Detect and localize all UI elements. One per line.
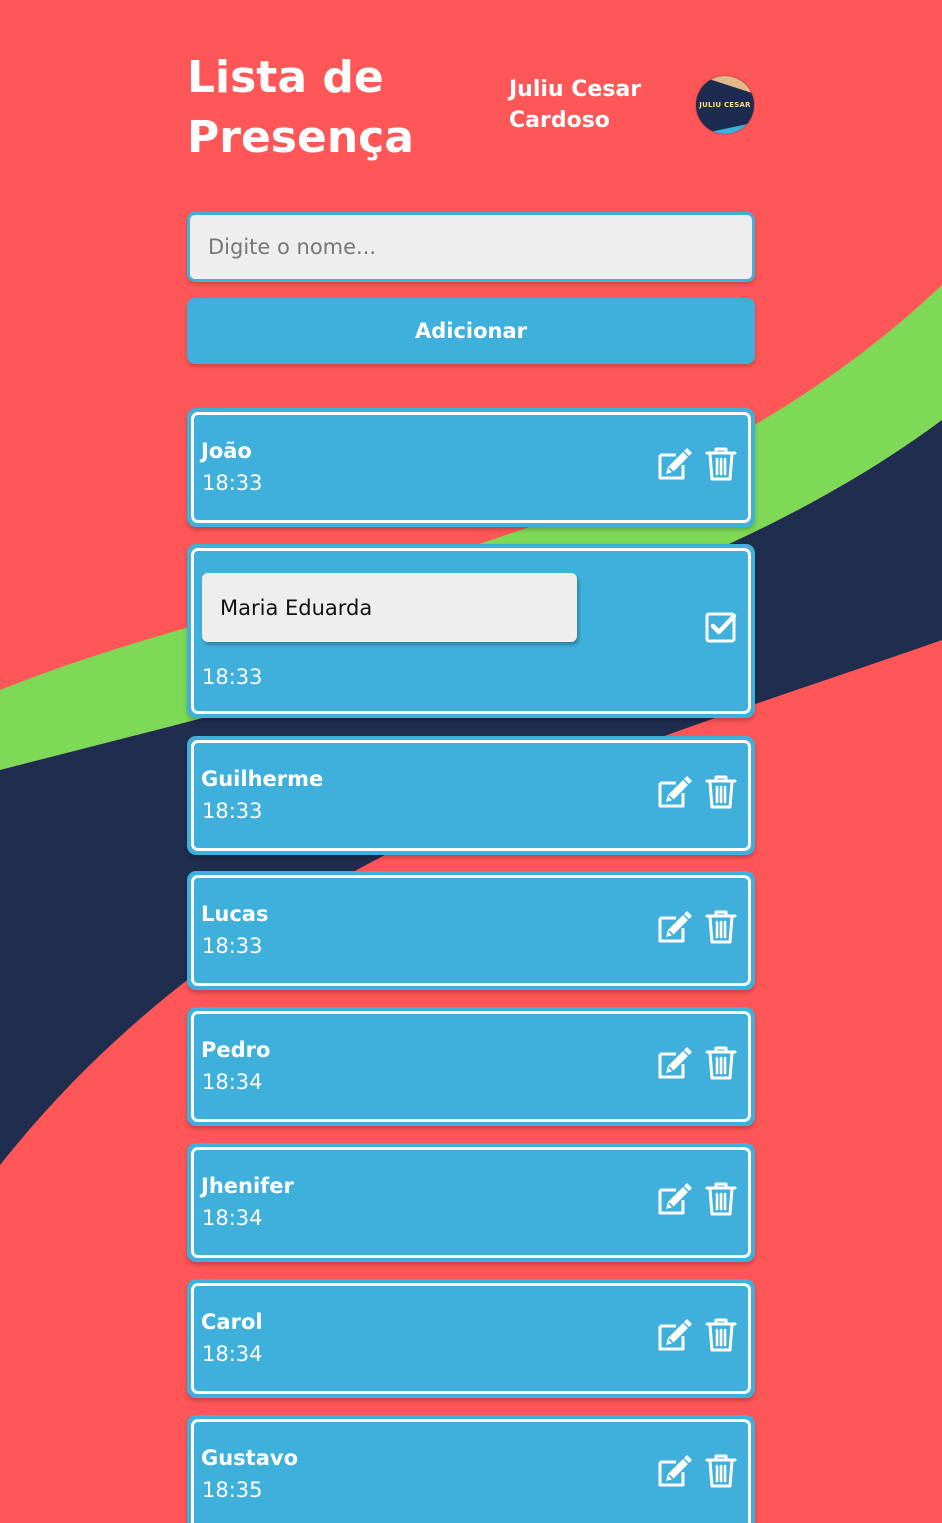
app-container: Lista de Presença Juliu Cesar Cardoso JU…: [187, 0, 755, 1523]
item-name: Gustavo: [201, 1446, 299, 1470]
list-item: 18:33: [187, 544, 755, 718]
trash-icon[interactable]: [701, 1451, 741, 1491]
item-name: Lucas: [201, 902, 269, 926]
trash-icon[interactable]: [701, 907, 741, 947]
add-button[interactable]: Adicionar: [187, 298, 755, 364]
list-item: Jhenifer 18:34: [187, 1143, 755, 1262]
page-title: Lista de Presença: [187, 52, 414, 163]
list-item: Guilherme 18:33: [187, 736, 755, 855]
user-name: Juliu Cesar Cardoso: [509, 77, 642, 133]
avatar-text: JULIU CESAR: [699, 101, 751, 109]
item-time: 18:34: [202, 1206, 263, 1230]
item-time: 18:33: [202, 934, 263, 958]
trash-icon[interactable]: [701, 1315, 741, 1355]
edit-icon[interactable]: [655, 1315, 695, 1355]
name-input[interactable]: [187, 212, 755, 282]
item-time: 18:34: [202, 1342, 263, 1366]
list-item: João 18:33: [187, 408, 755, 527]
item-time: 18:34: [202, 1070, 263, 1094]
trash-icon[interactable]: [701, 772, 741, 812]
item-name: Guilherme: [201, 767, 324, 791]
item-name: Pedro: [201, 1038, 271, 1062]
edit-icon[interactable]: [655, 1043, 695, 1083]
edit-name-input[interactable]: [202, 573, 577, 642]
edit-icon[interactable]: [655, 907, 695, 947]
trash-icon[interactable]: [701, 1043, 741, 1083]
edit-icon[interactable]: [655, 772, 695, 812]
list-item: Carol 18:34: [187, 1279, 755, 1398]
edit-icon[interactable]: [655, 1179, 695, 1219]
avatar[interactable]: JULIU CESAR: [696, 76, 754, 134]
item-time: 18:33: [202, 471, 263, 495]
check-square-icon[interactable]: [703, 606, 743, 646]
trash-icon[interactable]: [701, 444, 741, 484]
trash-icon[interactable]: [701, 1179, 741, 1219]
list-item: Gustavo 18:35: [187, 1415, 755, 1523]
item-time: 18:33: [202, 799, 263, 823]
list-item: Lucas 18:33: [187, 871, 755, 990]
list-item: Pedro 18:34: [187, 1007, 755, 1126]
item-name: Jhenifer: [201, 1174, 294, 1198]
item-time: 18:33: [202, 665, 263, 689]
edit-icon[interactable]: [655, 444, 695, 484]
edit-icon[interactable]: [655, 1451, 695, 1491]
item-name: João: [201, 439, 252, 463]
item-time: 18:35: [202, 1478, 263, 1502]
header: Lista de Presença Juliu Cesar Cardoso JU…: [187, 0, 755, 200]
item-name: Carol: [201, 1310, 263, 1334]
